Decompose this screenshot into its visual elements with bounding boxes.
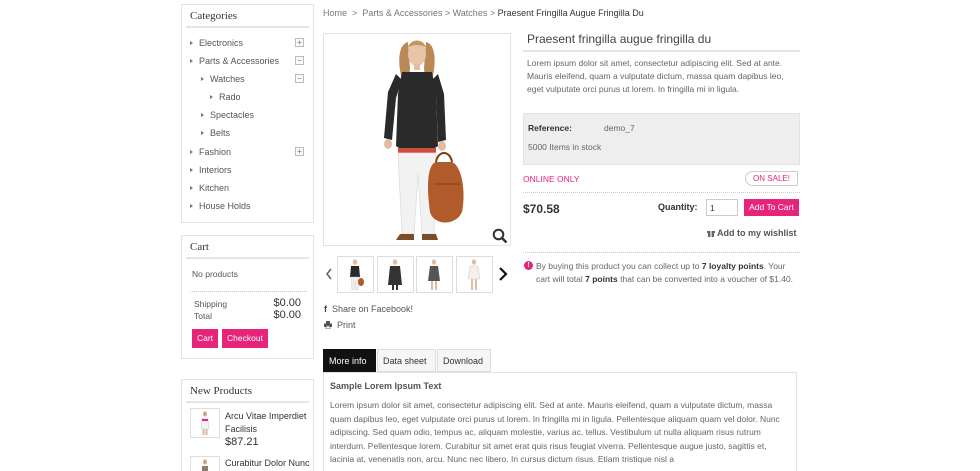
product-thumbnail[interactable] bbox=[337, 256, 374, 293]
panel-text: Lorem ipsum dolor sit amet, consectetur … bbox=[330, 400, 780, 464]
wishlist-link[interactable]: Add to my wishlist bbox=[707, 228, 797, 238]
facebook-icon: f bbox=[324, 304, 327, 314]
share-facebook-link[interactable]: f Share on Facebook! bbox=[324, 304, 413, 314]
expand-electronics-plus-icon[interactable]: + bbox=[295, 38, 304, 47]
checkout-button[interactable]: Checkout bbox=[222, 329, 268, 348]
tab-more-info[interactable]: More info bbox=[323, 349, 376, 372]
category-item-belts[interactable]: Belts bbox=[201, 124, 230, 142]
cart-title: Cart bbox=[186, 236, 309, 259]
tab-panel-more-info: Sample Lorem Ipsum Text Lorem ipsum dolo… bbox=[323, 372, 797, 471]
product-short-description: Lorem ipsum dolor sit amet, consectetur … bbox=[527, 58, 784, 94]
breadcrumb-separator: > bbox=[352, 8, 358, 18]
share-label: Share on Facebook! bbox=[332, 304, 414, 314]
expand-fashion-plus-icon[interactable]: + bbox=[295, 147, 304, 156]
breadcrumb-home[interactable]: Home bbox=[323, 8, 347, 18]
product-main-image[interactable] bbox=[323, 33, 511, 246]
loyalty-points-total: 7 points bbox=[585, 274, 618, 284]
breadcrumb-current: Praesent Fringilla Augue Fringilla Du bbox=[497, 8, 644, 18]
print-label: Print bbox=[337, 320, 356, 330]
product-title: Praesent fringilla augue fringilla du bbox=[527, 32, 712, 46]
product-price: $70.58 bbox=[523, 202, 560, 216]
category-item-fashion[interactable]: Fashion bbox=[190, 143, 231, 161]
prev-arrow-icon[interactable] bbox=[325, 268, 333, 280]
category-item-parts-accessories[interactable]: Parts & Accessories bbox=[190, 52, 279, 70]
title-divider bbox=[523, 50, 800, 52]
loyalty-text-part: By buying this product you can collect u… bbox=[536, 261, 702, 271]
new-products-title: New Products bbox=[186, 380, 309, 403]
loyalty-points: 7 loyalty points bbox=[701, 261, 764, 271]
new-product-name[interactable]: Curabitur Dolor Nunc bbox=[225, 458, 315, 468]
category-item-house-holds[interactable]: House Holds bbox=[190, 197, 251, 215]
info-icon: ! bbox=[524, 261, 533, 270]
print-link[interactable]: Print bbox=[324, 320, 356, 330]
on-sale-label: ON SALE! bbox=[753, 174, 790, 183]
new-product-price: $87.21 bbox=[225, 436, 259, 448]
category-label: Kitchen bbox=[199, 183, 230, 193]
reference-value: demo_7 bbox=[604, 123, 635, 133]
online-only-badge: ONLINE ONLY bbox=[523, 174, 580, 184]
category-label: Watches bbox=[210, 74, 245, 84]
total-value: $0.00 bbox=[273, 309, 301, 321]
new-product-name[interactable]: Arcu Vitae Imperdiet Facilisis bbox=[225, 410, 310, 436]
product-thumbnail[interactable] bbox=[377, 256, 414, 293]
collapse-parts-minus-icon[interactable]: − bbox=[295, 56, 304, 65]
new-product-thumb[interactable] bbox=[190, 408, 220, 438]
product-thumbnail[interactable] bbox=[456, 256, 493, 293]
breadcrumb-separator: > bbox=[489, 8, 496, 18]
quantity-input[interactable] bbox=[706, 199, 738, 216]
category-label: Spectacles bbox=[210, 110, 255, 120]
product-thumbnail[interactable] bbox=[416, 256, 453, 293]
on-sale-badge: ON SALE! bbox=[745, 171, 798, 186]
category-item-watches[interactable]: Watches bbox=[201, 70, 245, 88]
breadcrumb-watches[interactable]: Watches bbox=[453, 8, 488, 18]
breadcrumb-separator: > bbox=[444, 8, 451, 18]
category-label: Parts & Accessories bbox=[199, 56, 280, 66]
collapse-watches-minus-icon[interactable]: − bbox=[295, 74, 304, 83]
breadcrumb-parts-accessories[interactable]: Parts & Accessories bbox=[362, 8, 442, 18]
divider bbox=[523, 252, 800, 253]
breadcrumb: Home > Parts & Accessories > Watches > P… bbox=[323, 8, 644, 18]
tab-data-sheet[interactable]: Data sheet bbox=[377, 349, 436, 372]
new-product-thumb[interactable] bbox=[190, 456, 220, 471]
category-label: Rado bbox=[219, 92, 241, 102]
panel-title: Sample Lorem Ipsum Text bbox=[330, 381, 442, 391]
tab-download[interactable]: Download bbox=[437, 349, 491, 372]
product-model-image bbox=[384, 40, 464, 240]
category-label: Electronics bbox=[199, 38, 244, 48]
new-products-block: New Products Arcu Vitae Imperdiet Facili… bbox=[181, 379, 314, 471]
gift-icon bbox=[707, 230, 715, 237]
shipping-value: $0.00 bbox=[273, 297, 301, 309]
wishlist-label: Add to my wishlist bbox=[717, 228, 797, 238]
categories-block: Categories Electronics + Parts & Accesso… bbox=[181, 4, 314, 223]
next-arrow-icon[interactable] bbox=[498, 267, 508, 281]
category-list: Electronics + Parts & Accessories − Watc… bbox=[182, 34, 313, 219]
zoom-icon[interactable] bbox=[492, 228, 508, 244]
categories-title: Categories bbox=[186, 5, 309, 28]
quantity-label: Quantity: bbox=[658, 202, 698, 212]
category-item-electronics[interactable]: Electronics bbox=[190, 34, 243, 52]
total-label: Total bbox=[194, 311, 212, 321]
product-reference-box: Reference: demo_7 5000 Items in stock bbox=[523, 113, 800, 165]
shipping-label: Shipping bbox=[194, 299, 228, 309]
category-item-rado[interactable]: Rado bbox=[210, 88, 241, 106]
cart-divider bbox=[190, 291, 307, 292]
loyalty-text: By buying this product you can collect u… bbox=[536, 260, 798, 286]
cart-button[interactable]: Cart bbox=[192, 329, 218, 348]
category-item-interiors[interactable]: Interiors bbox=[190, 161, 232, 179]
reference-label: Reference: bbox=[528, 123, 572, 133]
add-to-cart-button[interactable]: Add To Cart bbox=[744, 199, 799, 216]
category-label: House Holds bbox=[199, 201, 251, 211]
print-icon bbox=[324, 321, 332, 330]
category-label: Fashion bbox=[199, 147, 232, 157]
category-label: Interiors bbox=[199, 165, 232, 175]
divider bbox=[523, 192, 800, 193]
category-item-kitchen[interactable]: Kitchen bbox=[190, 179, 229, 197]
cart-empty-text: No products bbox=[192, 269, 238, 279]
loyalty-text-part: that can be converted into a voucher of … bbox=[617, 274, 794, 284]
category-item-spectacles[interactable]: Spectacles bbox=[201, 106, 254, 124]
stock-text: 5000 Items in stock bbox=[528, 142, 602, 152]
category-label: Belts bbox=[210, 128, 231, 138]
cart-block: Cart No products Shipping $0.00 Total $0… bbox=[181, 235, 314, 359]
